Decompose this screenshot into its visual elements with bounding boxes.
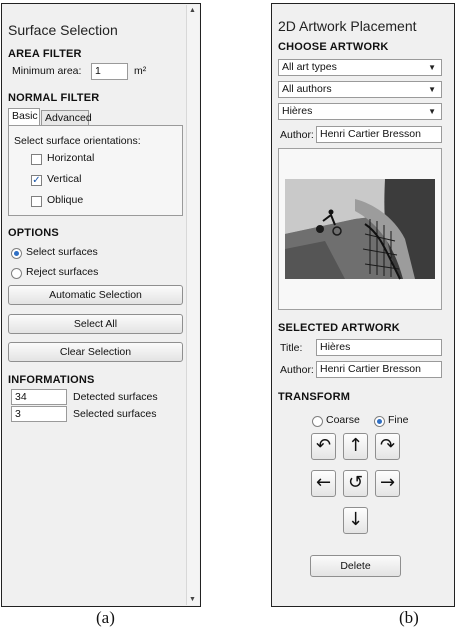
rotate-right-button[interactable]: ↷ [375, 433, 400, 460]
authors-dropdown[interactable]: All authors ▼ [278, 81, 442, 98]
selected-artwork-heading: SELECTED ARTWORK [278, 322, 400, 334]
artwork-photo [285, 179, 435, 280]
transform-heading: TRANSFORM [278, 391, 351, 403]
move-left-button[interactable]: ← [311, 470, 336, 497]
caption-a: (a) [96, 608, 115, 627]
choose-author-label: Author: [280, 129, 314, 141]
reset-rotation-button[interactable]: ↺ [343, 470, 368, 497]
dropdown-arrow-icon: ▼ [428, 107, 436, 116]
caption-b: (b) [399, 608, 419, 627]
scroll-up-icon[interactable]: ▲ [189, 7, 196, 14]
vertical-checkbox[interactable]: ✓ [31, 175, 42, 186]
panel-b-title: 2D Artwork Placement [278, 18, 417, 34]
reset-icon: ↺ [347, 472, 364, 493]
automatic-selection-button[interactable]: Automatic Selection [8, 285, 183, 305]
select-surfaces-radio[interactable] [11, 248, 22, 259]
horizontal-checkbox[interactable] [31, 154, 42, 165]
options-heading: OPTIONS [8, 227, 59, 239]
horizontal-label: Horizontal [47, 152, 95, 164]
scroll-down-icon[interactable]: ▼ [189, 596, 196, 603]
vertical-label: Vertical [47, 173, 82, 185]
fine-label: Fine [388, 414, 409, 426]
move-right-button[interactable]: → [375, 470, 400, 497]
art-type-dropdown[interactable]: All art types ▼ [278, 59, 442, 76]
dropdown-arrow-icon: ▼ [428, 63, 436, 72]
reject-surfaces-label: Reject surfaces [26, 266, 99, 278]
arrow-up-icon: ↑ [347, 435, 364, 456]
selected-label: Selected surfaces [73, 408, 157, 420]
detected-label: Detected surfaces [73, 391, 158, 403]
checkmark-icon: ✓ [32, 175, 41, 186]
tab-basic[interactable]: Basic [8, 108, 40, 126]
arrow-right-icon: → [379, 472, 396, 493]
move-up-button[interactable]: ↑ [343, 433, 368, 460]
oblique-label: Oblique [47, 194, 84, 206]
min-area-input[interactable]: 1 [91, 63, 128, 80]
coarse-label: Coarse [326, 414, 360, 426]
panel-a-title: Surface Selection [8, 22, 118, 38]
normal-filter-heading: NORMAL FILTER [8, 92, 100, 104]
informations-heading: INFORMATIONS [8, 374, 95, 386]
reject-surfaces-radio[interactable] [11, 268, 22, 279]
arrow-left-icon: ← [315, 472, 332, 493]
clear-selection-button[interactable]: Clear Selection [8, 342, 183, 362]
art-type-value: All art types [282, 61, 337, 73]
artwork-placement-panel: 2D Artwork Placement CHOOSE ARTWORK All … [271, 3, 455, 607]
detected-count: 34 [11, 389, 67, 405]
rotate-right-icon: ↷ [379, 435, 396, 456]
selected-author-label: Author: [280, 364, 314, 376]
artwork-value: Hières [282, 105, 313, 117]
artwork-preview [278, 148, 442, 310]
selected-title-field: Hières [316, 339, 442, 356]
rotate-left-button[interactable]: ↶ [311, 433, 336, 460]
coarse-radio[interactable] [312, 416, 323, 427]
fine-radio[interactable] [374, 416, 385, 427]
move-down-button[interactable]: ↓ [343, 507, 368, 534]
delete-button[interactable]: Delete [310, 555, 401, 577]
selected-author-field: Henri Cartier Bresson [316, 361, 442, 378]
oblique-checkbox[interactable] [31, 196, 42, 207]
surface-selection-panel: ▲ ▼ Surface Selection AREA FILTER Minimu… [1, 3, 201, 607]
title-label: Title: [280, 342, 303, 354]
rotate-left-icon: ↶ [315, 435, 332, 456]
tab-advanced[interactable]: Advanced [41, 110, 92, 126]
arrow-down-icon: ↓ [347, 509, 364, 530]
select-all-button[interactable]: Select All [8, 314, 183, 334]
authors-value: All authors [282, 83, 332, 95]
min-area-label: Minimum area: [12, 65, 82, 77]
choose-artwork-heading: CHOOSE ARTWORK [278, 41, 389, 53]
area-filter-heading: AREA FILTER [8, 48, 82, 60]
artwork-dropdown[interactable]: Hières ▼ [278, 103, 442, 120]
selected-count: 3 [11, 406, 67, 422]
choose-author-field: Henri Cartier Bresson [316, 126, 442, 143]
select-surfaces-label: Select surfaces [26, 246, 98, 258]
orientation-prompt: Select surface orientations: [14, 135, 141, 147]
panel-a-scrollbar[interactable]: ▲ ▼ [186, 5, 199, 605]
area-unit-label: m² [134, 65, 147, 77]
dropdown-arrow-icon: ▼ [428, 85, 436, 94]
